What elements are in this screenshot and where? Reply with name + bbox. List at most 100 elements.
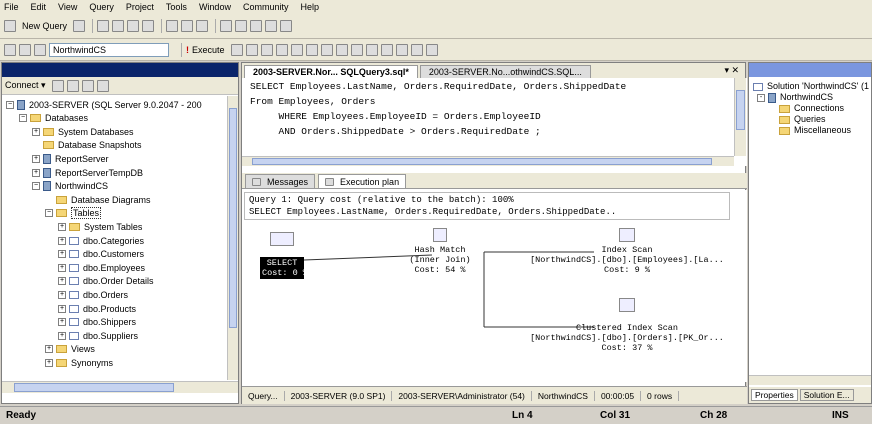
solution-item-miscellaneous[interactable]: Miscellaneous	[753, 125, 869, 136]
index-scan-node[interactable]: Index Scan [NorthwindCS].[dbo].[Employee…	[512, 228, 742, 275]
results-to-file-icon[interactable]	[365, 43, 378, 56]
tree-node[interactable]: − Databases	[19, 113, 88, 124]
tab-sqlquery3[interactable]: 2003-SERVER.Nor... SQLQuery3.sql*	[244, 65, 418, 78]
expand-icon[interactable]: +	[32, 127, 40, 136]
solution-project[interactable]: - NorthwindCS	[753, 92, 869, 103]
new-file-icon[interactable]	[73, 20, 86, 32]
database-selector[interactable]: NorthwindCS	[49, 42, 169, 57]
tree-horizontal-scrollbar[interactable]	[2, 381, 238, 393]
expand-icon[interactable]: +	[45, 345, 53, 354]
parse-icon[interactable]	[230, 43, 243, 56]
increase-indent-icon[interactable]	[425, 43, 438, 56]
sql-editor[interactable]: SELECT Employees.LastName, Orders.Requir…	[242, 78, 747, 166]
menu-tools[interactable]: Tools	[166, 2, 187, 12]
connect-icon[interactable]	[4, 43, 16, 56]
menu-help[interactable]: Help	[300, 2, 319, 12]
select-node[interactable]: SELECT Cost: 0 %	[260, 232, 308, 279]
execute-button[interactable]: ! Execute	[186, 45, 225, 55]
tree-node[interactable]: + dbo.Shippers	[58, 317, 136, 328]
tree-vertical-scrollbar[interactable]	[227, 96, 238, 380]
decrease-indent-icon[interactable]	[410, 43, 423, 56]
uncomment-icon[interactable]	[395, 43, 408, 56]
collapse-icon[interactable]: −	[45, 209, 53, 218]
expand-icon[interactable]: +	[58, 236, 66, 245]
collapse-icon[interactable]: -	[757, 93, 765, 102]
scrollbar-thumb[interactable]	[736, 90, 745, 130]
tree-node[interactable]: + ReportServer	[32, 153, 109, 164]
menu-view[interactable]: View	[58, 2, 77, 12]
new-query-button[interactable]: New Query	[4, 20, 67, 32]
tree-node[interactable]: + dbo.Customers	[58, 249, 144, 260]
tab-northwindcs-sql[interactable]: 2003-SERVER.No...othwindCS.SQL...	[419, 65, 591, 78]
tree-node[interactable]: + System Tables	[58, 221, 142, 232]
scrollbar-thumb[interactable]	[252, 158, 712, 165]
collapse-icon[interactable]: −	[6, 100, 14, 109]
expand-icon[interactable]: +	[32, 168, 40, 177]
comment-icon[interactable]	[380, 43, 393, 56]
solution-horizontal-scrollbar[interactable]	[749, 375, 871, 385]
query-options-icon[interactable]	[275, 43, 288, 56]
analysis-query-icon[interactable]	[97, 20, 110, 32]
registered-servers-icon[interactable]	[220, 20, 233, 32]
tree-node[interactable]: Database Snapshots	[32, 140, 142, 151]
tree-node[interactable]: + dbo.Products	[58, 303, 136, 314]
menu-window[interactable]: Window	[199, 2, 231, 12]
menu-edit[interactable]: Edit	[31, 2, 47, 12]
expand-icon[interactable]: +	[58, 290, 66, 299]
connect-dropdown[interactable]: Connect ▾	[5, 80, 46, 91]
disconnect-icon[interactable]	[51, 79, 64, 92]
tree-node[interactable]: + dbo.Orders	[58, 289, 128, 300]
cancel-query-icon[interactable]	[245, 43, 258, 56]
tab-execution-plan[interactable]: Execution plan	[318, 174, 407, 188]
tab-solution-explorer[interactable]: Solution E...	[799, 389, 854, 401]
results-to-text-icon[interactable]	[335, 43, 348, 56]
menu-query[interactable]: Query	[89, 2, 114, 12]
tree-node[interactable]: − 2003-SERVER (SQL Server 9.0.2047 - 200	[6, 99, 202, 110]
hash-match-node[interactable]: Hash Match (Inner Join) Cost: 54 %	[400, 228, 480, 275]
dmx-query-icon[interactable]	[127, 20, 140, 32]
scrollbar-thumb[interactable]	[14, 383, 174, 392]
expand-icon[interactable]: +	[58, 318, 66, 327]
disconnect-icon[interactable]	[19, 43, 31, 56]
save-icon[interactable]	[181, 20, 194, 32]
tree-node[interactable]: + dbo.Suppliers	[58, 330, 138, 341]
sql-vertical-scrollbar[interactable]	[734, 78, 746, 156]
refresh-icon[interactable]	[81, 79, 94, 92]
tree-node[interactable]: Database Diagrams	[45, 194, 151, 205]
tree-node[interactable]: + System Databases	[32, 126, 134, 137]
sql-horizontal-scrollbar[interactable]	[242, 156, 734, 166]
expand-icon[interactable]: +	[58, 250, 66, 259]
expand-icon[interactable]: +	[58, 331, 66, 340]
expand-icon[interactable]: +	[58, 222, 66, 231]
collapse-icon[interactable]: −	[19, 114, 27, 123]
menu-community[interactable]: Community	[243, 2, 289, 12]
tree-node[interactable]: − Tables	[45, 207, 102, 220]
filter-icon[interactable]	[96, 79, 109, 92]
close-tab-button[interactable]: ▾ ✕	[724, 65, 739, 76]
scrollbar-thumb[interactable]	[229, 108, 237, 328]
tree-node[interactable]: + Synonyms	[45, 357, 113, 368]
expand-icon[interactable]: +	[32, 154, 40, 163]
object-explorer-icon[interactable]	[235, 20, 248, 32]
tree-node[interactable]: + dbo.Categories	[58, 235, 144, 246]
properties-window-icon[interactable]	[265, 20, 278, 32]
expand-icon[interactable]: +	[58, 304, 66, 313]
tree-node[interactable]: − NorthwindCS	[32, 181, 108, 192]
tree-node[interactable]: + ReportServerTempDB	[32, 167, 143, 178]
solution-item-queries[interactable]: Queries	[753, 114, 869, 125]
expand-icon[interactable]: +	[58, 263, 66, 272]
xmla-query-icon[interactable]	[142, 20, 155, 32]
tree-node[interactable]: + Views	[45, 344, 95, 355]
tab-properties[interactable]: Properties	[751, 389, 798, 401]
intellisense-icon[interactable]	[290, 43, 303, 56]
include-actual-plan-icon[interactable]	[305, 43, 318, 56]
open-file-icon[interactable]	[166, 20, 179, 32]
display-estimated-plan-icon[interactable]	[260, 43, 273, 56]
clustered-index-scan-node[interactable]: Clustered Index Scan [NorthwindCS].[dbo]…	[512, 298, 742, 353]
toolbox-icon[interactable]	[280, 20, 293, 32]
tab-messages[interactable]: Messages	[245, 174, 316, 188]
stop-icon[interactable]	[66, 79, 79, 92]
save-all-icon[interactable]	[196, 20, 209, 32]
solution-item-connections[interactable]: Connections	[753, 103, 869, 114]
tree-node[interactable]: + dbo.Order Details	[58, 276, 154, 287]
